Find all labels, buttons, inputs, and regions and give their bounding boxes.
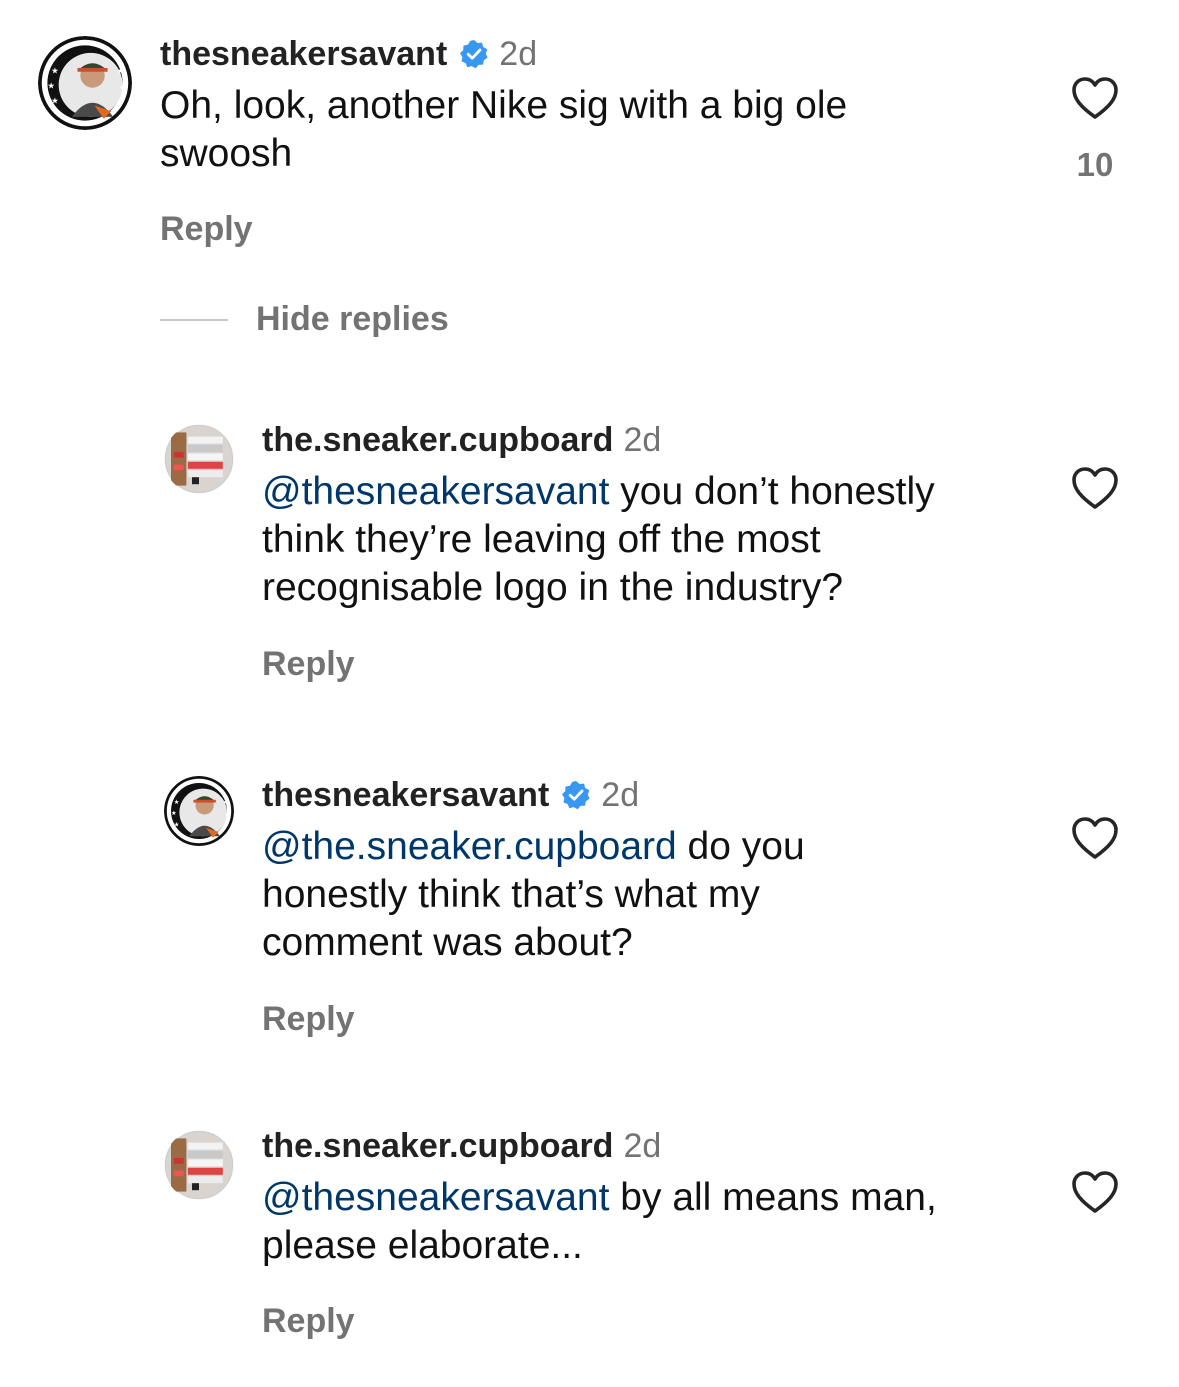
avatar-image: [164, 1130, 234, 1200]
reply-body: thesneakersavant 2d @the.sneaker.cupboar…: [262, 775, 1042, 967]
heart-outline-icon[interactable]: [1071, 466, 1119, 510]
reply-text-rest: please elaborate...: [262, 1224, 583, 1267]
timestamp: 2d: [623, 421, 662, 459]
timestamp: 2d: [623, 1127, 662, 1165]
reply-header: thesneakersavant 2d: [262, 775, 1042, 815]
reply-header: the.sneaker.cupboard 2d: [262, 420, 1042, 460]
reply-body: the.sneaker.cupboard 2d @thesneakersavan…: [262, 1126, 1042, 1270]
reply-text-first: do you: [676, 825, 805, 868]
reply-text: @thesneakersavant by all means man, plea…: [262, 1174, 1042, 1270]
comment-text-line: Oh, look, another Nike sig with a big ol…: [160, 84, 848, 127]
avatar-image: [38, 36, 132, 130]
username[interactable]: the.sneaker.cupboard: [262, 1126, 613, 1166]
comment-text: Oh, look, another Nike sig with a big ol…: [160, 82, 1060, 178]
reply-button[interactable]: Reply: [262, 1000, 355, 1039]
avatar-image: [164, 424, 234, 494]
comment-body: thesneakersavant 2d Oh, look, another Ni…: [160, 34, 1060, 178]
reply-header: the.sneaker.cupboard 2d: [262, 1126, 1042, 1166]
reply-text-first: by all means man,: [609, 1176, 937, 1219]
reply-text: @thesneakersavant you don’t honestly thi…: [262, 468, 1042, 612]
username[interactable]: thesneakersavant: [262, 775, 549, 815]
avatar-image: [164, 776, 234, 846]
like-count: 10: [1076, 146, 1114, 183]
comment-text-line: swoosh: [160, 132, 293, 175]
heart-outline-icon[interactable]: [1071, 816, 1119, 860]
reply-button[interactable]: Reply: [160, 210, 253, 249]
reply-text-rest: think they’re leaving off the most recog…: [262, 518, 844, 609]
avatar[interactable]: [38, 36, 132, 130]
avatar[interactable]: [164, 424, 234, 494]
verified-badge-icon: [459, 39, 489, 69]
mention-link[interactable]: @thesneakersavant: [262, 1176, 609, 1219]
reply-text-rest: honestly think that’s what my comment wa…: [262, 873, 760, 964]
verified-badge-icon: [561, 780, 591, 810]
divider: [160, 318, 228, 321]
timestamp: 2d: [601, 776, 640, 814]
reply-text-first: you don’t honestly: [609, 470, 935, 513]
reply-body: the.sneaker.cupboard 2d @thesneakersavan…: [262, 420, 1042, 612]
avatar[interactable]: [164, 1130, 234, 1200]
comment-header: thesneakersavant 2d: [160, 34, 1060, 74]
mention-link[interactable]: @the.sneaker.cupboard: [262, 825, 677, 868]
reply-button[interactable]: Reply: [262, 645, 355, 684]
reply-text: @the.sneaker.cupboard do you honestly th…: [262, 823, 1042, 967]
username[interactable]: thesneakersavant: [160, 34, 447, 74]
timestamp: 2d: [499, 35, 538, 73]
heart-outline-icon[interactable]: [1071, 1170, 1119, 1214]
username[interactable]: the.sneaker.cupboard: [262, 420, 613, 460]
reply-button[interactable]: Reply: [262, 1302, 355, 1341]
mention-link[interactable]: @thesneakersavant: [262, 470, 609, 513]
hide-replies-button[interactable]: Hide replies: [160, 300, 449, 339]
heart-outline-icon[interactable]: [1071, 76, 1119, 120]
avatar[interactable]: [164, 776, 234, 846]
hide-replies-label: Hide replies: [256, 300, 449, 338]
